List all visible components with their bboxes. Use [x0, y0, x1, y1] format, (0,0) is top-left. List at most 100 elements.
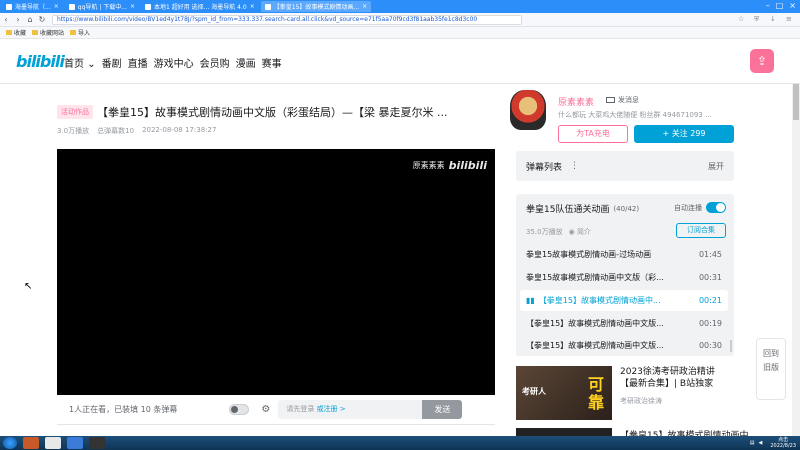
download-icon[interactable]: ↓	[770, 15, 778, 24]
send-danmaku-button[interactable]: 发送	[422, 400, 463, 419]
browser-tab-3[interactable]: 本地1 超好用 选择... 海墨导航 4.0 ×	[141, 1, 259, 12]
nav-game-center[interactable]: 游戏中心	[154, 55, 194, 70]
nav-anime[interactable]: 番剧	[102, 55, 122, 70]
view-count: 3.0万播放	[57, 127, 90, 135]
folder-icon	[32, 30, 39, 35]
scrollbar-thumb[interactable]	[793, 84, 799, 120]
close-window-icon[interactable]: ×	[789, 1, 796, 10]
bookmark-item[interactable]: 收藏	[6, 28, 26, 37]
address-bar: ‹ › ⌂ ↻ https://www.bilibili.com/video/B…	[0, 13, 800, 27]
bookmark-item[interactable]: 导入	[70, 28, 90, 37]
start-button[interactable]	[3, 437, 17, 449]
taskbar-app-icon[interactable]	[23, 437, 39, 449]
danmaku-toggle[interactable]	[229, 404, 250, 415]
playlist-item[interactable]: 拳皇15故事模式剧情动画-过场动画 01:45	[520, 244, 728, 265]
close-tab-icon[interactable]: ×	[362, 3, 367, 10]
tab-favicon-icon	[68, 3, 75, 10]
menu-icon[interactable]: ≡	[786, 15, 794, 24]
playlist-panel: 拳皇15队伍通关动画 (40/42) 自动连播 35.0万播放 ◉ 简介 订阅合…	[516, 194, 734, 356]
autoplay-toggle[interactable]	[706, 202, 726, 213]
intro-link[interactable]: ◉ 简介	[569, 227, 591, 237]
tab-favicon-icon	[144, 3, 151, 10]
autoplay-control[interactable]: 自动连播	[674, 202, 726, 213]
taskbar-app-icon[interactable]	[67, 437, 83, 449]
subscribe-collection-button[interactable]: 订阅合集	[676, 223, 726, 238]
chevron-down-icon: ⌄	[87, 59, 96, 70]
minimize-icon[interactable]: –	[766, 1, 770, 10]
uploader-description: 什么都玩 大菜鸡大佬随便 粉丝群 494671093 ...	[558, 111, 712, 119]
video-player[interactable]: 原素素素 bilibili	[57, 149, 495, 395]
recommend-thumbnail[interactable]	[516, 428, 612, 436]
upload-icon: ⇪	[756, 54, 768, 68]
more-icon[interactable]: ⋮	[570, 161, 579, 171]
uploader-name[interactable]: 原素素素	[558, 95, 594, 108]
old-version-button[interactable]: 回到 旧版	[756, 338, 786, 400]
home-icon[interactable]: ⌂	[24, 15, 36, 24]
close-tab-icon[interactable]: ×	[54, 3, 59, 10]
url-field[interactable]: https://www.bilibili.com/video/BV1ed4y1t…	[52, 14, 522, 25]
browser-tools: ☆ ⛨ ↓ ≡	[738, 15, 794, 24]
nav-esports[interactable]: 赛事	[262, 55, 282, 70]
browser-tab-4[interactable]: 【拳皇15】故事模式剧情动画... ×	[260, 1, 372, 12]
refresh-icon[interactable]: ↻	[36, 15, 48, 24]
bookmarks-bar: 收藏 收藏网站 导入	[0, 27, 800, 39]
back-icon[interactable]: ‹	[0, 15, 12, 24]
playlist-item[interactable]: 拳皇15故事模式剧情动画中文版（彩... 00:31	[520, 267, 728, 288]
danmaku-send-bar: 1人正在看，已装填 10 条弹幕 ⚙ 请先登录 或注册 > 发送	[57, 395, 495, 425]
follow-button[interactable]: + 关注 299	[634, 125, 734, 143]
upload-button[interactable]: ⇪	[750, 49, 774, 73]
taskbar-clock[interactable]: 点击 2022/8/23	[770, 437, 796, 449]
star-icon[interactable]: ☆	[738, 15, 746, 24]
danmaku-settings-icon[interactable]: ⚙	[261, 404, 270, 415]
recommend-title[interactable]: 2023徐涛考研政治精讲【最新合集】| B站独家	[620, 366, 730, 390]
uploader-avatar[interactable]	[510, 90, 546, 130]
charge-button[interactable]: 为TA充电	[558, 125, 628, 143]
browser-tab-bar: 海墨导航（... × qq导航 | 下载中... × 本地1 超好用 选择... 海…	[0, 0, 800, 13]
danmaku-input[interactable]: 请先登录 或注册 >	[278, 400, 423, 419]
network-icon[interactable]: ▤	[750, 440, 755, 446]
folder-icon	[6, 30, 12, 35]
page-scrollbar[interactable]	[792, 84, 800, 436]
send-message-link[interactable]: 发消息	[606, 95, 639, 105]
activity-tag[interactable]: 活动作品	[57, 105, 93, 119]
recommend-author[interactable]: 考研政治徐涛	[620, 396, 662, 406]
video-watermark: 原素素素 bilibili	[412, 159, 487, 172]
forward-icon[interactable]: ›	[12, 15, 24, 24]
close-tab-icon[interactable]: ×	[130, 3, 135, 10]
playlist-item[interactable]: 【拳皇15】故事模式剧情动画中文版... 00:19	[520, 313, 728, 334]
close-tab-icon[interactable]: ×	[250, 3, 255, 10]
maximize-icon[interactable]: □	[776, 1, 784, 10]
playlist-title[interactable]: 拳皇15队伍通关动画 (40/42)	[526, 202, 639, 216]
taskbar-browser-icon[interactable]	[45, 437, 61, 449]
window-controls: – □ ×	[766, 1, 796, 10]
shield-icon[interactable]: ⛨	[754, 15, 762, 24]
expand-button[interactable]: 展开	[708, 161, 724, 172]
os-taskbar: ▤ ◀ 点击 2022/8/23	[0, 436, 800, 450]
video-title: 【拳皇15】故事模式剧情动画中文版（彩蛋结局）—【梁 暴走夏尔米 ...	[97, 106, 448, 119]
nav-manga[interactable]: 漫画	[236, 55, 256, 70]
video-meta: 3.0万播放 总弹幕数10 2022-08-08 17:38:27	[57, 126, 216, 136]
main-nav: 首页 ⌄ 番剧 直播 游戏中心 会员购 漫画 赛事	[64, 55, 282, 70]
register-link[interactable]: 或注册 >	[317, 405, 346, 413]
bilibili-logo[interactable]: bilibili	[16, 52, 65, 71]
playlist-scrollbar[interactable]	[730, 340, 732, 352]
danmaku-list-title: 弹幕列表	[526, 162, 563, 173]
playlist-stats: 35.0万播放 ◉ 简介	[526, 227, 591, 237]
volume-icon[interactable]: ◀	[759, 440, 763, 446]
taskbar-app-icon[interactable]	[89, 437, 105, 449]
system-tray: ▤ ◀ 点击 2022/8/23	[750, 437, 796, 449]
nav-live[interactable]: 直播	[128, 55, 148, 70]
browser-tab-2[interactable]: qq导航 | 下载中... ×	[65, 1, 139, 12]
nav-home[interactable]: 首页 ⌄	[64, 55, 96, 70]
playing-icon: ▮▮	[526, 296, 535, 305]
recommend-thumbnail[interactable]: 考研人 可靠	[516, 366, 612, 420]
video-title-row: 活动作品 【拳皇15】故事模式剧情动画中文版（彩蛋结局）—【梁 暴走夏尔米 ..…	[57, 104, 497, 120]
playlist-item[interactable]: 【拳皇15】故事模式剧情动画中文版... 00:30	[520, 336, 728, 354]
browser-tab-1[interactable]: 海墨导航（... ×	[2, 1, 63, 12]
danmaku-count: 总弹幕数10	[97, 127, 135, 135]
viewers-count: 1人正在看，已装填 10 条弹幕	[69, 405, 178, 414]
danmaku-list-panel[interactable]: 弹幕列表 ⋮ 展开	[516, 151, 734, 181]
nav-shop[interactable]: 会员购	[200, 55, 230, 70]
playlist-item-current[interactable]: ▮▮ 【拳皇15】故事模式剧情动画中... 00:21	[520, 290, 728, 311]
bookmark-item[interactable]: 收藏网站	[32, 28, 64, 37]
